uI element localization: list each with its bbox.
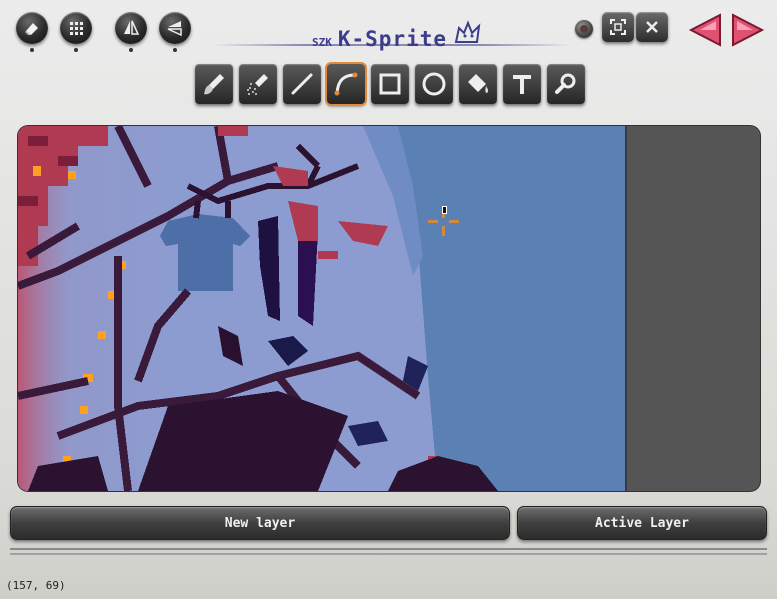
spray-icon: [247, 74, 268, 95]
app-title: SZK K-Sprite: [212, 18, 572, 51]
flip-vertical-button[interactable]: [159, 12, 191, 52]
title-main: K-Sprite: [337, 27, 448, 51]
tool-zoom[interactable]: [547, 64, 585, 104]
prev-button[interactable]: [688, 12, 722, 48]
fullscreen-icon: [610, 19, 626, 35]
flip-vertical-icon: [167, 21, 182, 37]
close-button[interactable]: [636, 12, 668, 42]
title-text: SZK K-Sprite: [312, 20, 483, 51]
cat-logo-icon: [454, 20, 481, 43]
text-icon: [513, 75, 531, 94]
tool-ellipse[interactable]: [415, 64, 453, 104]
rectangle-icon: [379, 73, 401, 95]
tool-curve[interactable]: [327, 64, 365, 104]
eraser-button[interactable]: [16, 12, 48, 52]
record-button[interactable]: [575, 20, 593, 38]
ellipse-icon: [422, 72, 446, 96]
separator-line: [10, 553, 767, 555]
drawing-canvas[interactable]: [18, 126, 760, 491]
tool-fill[interactable]: [459, 64, 497, 104]
next-button[interactable]: [731, 12, 765, 48]
magnifier-icon: [555, 73, 576, 94]
grid-button[interactable]: [60, 12, 92, 52]
brush-icon: [204, 74, 224, 95]
line-icon: [291, 73, 313, 95]
paint-bucket-icon: [468, 74, 489, 93]
tool-brush[interactable]: [195, 64, 233, 104]
arrow-right-icon: [732, 13, 765, 47]
new-layer-button[interactable]: New layer: [10, 506, 510, 540]
curve-icon: [334, 72, 358, 96]
close-icon: [646, 21, 658, 33]
tool-line[interactable]: [283, 64, 321, 104]
tool-rectangle[interactable]: [371, 64, 409, 104]
tool-text[interactable]: [503, 64, 541, 104]
cursor-coordinates: (157, 69): [6, 579, 66, 592]
tool-spray[interactable]: [239, 64, 277, 104]
separator-line: [10, 548, 767, 550]
pixel-art-image[interactable]: [18, 126, 625, 491]
canvas-empty-area: [625, 126, 760, 491]
fullscreen-button[interactable]: [602, 12, 634, 42]
active-layer-button[interactable]: Active Layer: [517, 506, 767, 540]
grid-icon: [70, 22, 83, 35]
title-prefix: SZK: [312, 36, 332, 49]
arrow-left-icon: [688, 13, 721, 47]
flip-horizontal-icon: [124, 20, 140, 35]
flip-horizontal-button[interactable]: [115, 12, 147, 52]
eraser-icon: [25, 23, 38, 35]
